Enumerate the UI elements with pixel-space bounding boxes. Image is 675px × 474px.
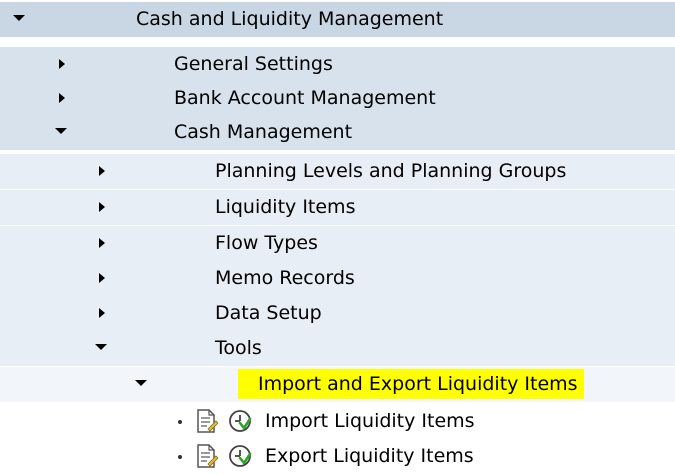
leaf-label: Export Liquidity Items (265, 445, 474, 467)
tree-node-import-export-liquidity-items[interactable]: Import and Export Liquidity Items (0, 367, 675, 403)
tree-node-bank-account-management[interactable]: Bank Account Management (0, 81, 675, 117)
expand-triangle-down-icon[interactable] (13, 15, 25, 21)
expand-triangle-down-icon[interactable] (95, 344, 107, 350)
tree-node-data-setup[interactable]: Data Setup (0, 296, 675, 332)
node-label: Cash Management (174, 121, 353, 143)
collapse-triangle-right-icon[interactable] (99, 273, 105, 283)
tree-node-planning-levels[interactable]: Planning Levels and Planning Groups (0, 154, 675, 190)
tree-leaf-export-liquidity-items[interactable]: Export Liquidity Items (0, 439, 675, 474)
node-label: Memo Records (215, 267, 355, 289)
tree-node-memo-records[interactable]: Memo Records (0, 261, 675, 297)
clock-execute-icon (229, 410, 252, 432)
tree-node-flow-types[interactable]: Flow Types (0, 226, 675, 262)
tree-leaf-import-liquidity-items[interactable]: Import Liquidity Items (0, 404, 675, 439)
node-label: Flow Types (215, 232, 318, 254)
tree-node-cash-management[interactable]: Cash Management (0, 115, 675, 151)
node-label: Cash and Liquidity Management (136, 8, 444, 30)
expand-triangle-down-icon[interactable] (55, 128, 67, 134)
node-label-highlighted: Import and Export Liquidity Items (238, 369, 584, 399)
tree-node-general-settings[interactable]: General Settings (0, 47, 675, 83)
bullet-icon (178, 455, 182, 459)
collapse-triangle-right-icon[interactable] (59, 59, 65, 69)
collapse-triangle-right-icon[interactable] (99, 238, 105, 248)
tree-node-cash-liquidity-management[interactable]: Cash and Liquidity Management (0, 2, 675, 38)
node-label: Tools (215, 337, 262, 359)
node-label: Planning Levels and Planning Groups (215, 160, 567, 182)
node-label: General Settings (174, 53, 333, 75)
collapse-triangle-right-icon[interactable] (99, 202, 105, 212)
node-label: Liquidity Items (215, 196, 356, 218)
clock-execute-icon (229, 445, 252, 467)
document-edit-icon (197, 444, 218, 468)
tree-node-tools[interactable]: Tools (0, 331, 675, 367)
img-tree: Cash and Liquidity Management General Se… (0, 0, 675, 474)
collapse-triangle-right-icon[interactable] (99, 308, 105, 318)
collapse-triangle-right-icon[interactable] (59, 93, 65, 103)
document-edit-icon (197, 409, 218, 433)
node-label: Data Setup (215, 302, 322, 324)
bullet-icon (178, 420, 182, 424)
collapse-triangle-right-icon[interactable] (99, 166, 105, 176)
expand-triangle-down-icon[interactable] (135, 380, 147, 386)
leaf-label: Import Liquidity Items (265, 410, 475, 432)
node-label: Bank Account Management (174, 87, 436, 109)
tree-node-liquidity-items[interactable]: Liquidity Items (0, 190, 675, 226)
